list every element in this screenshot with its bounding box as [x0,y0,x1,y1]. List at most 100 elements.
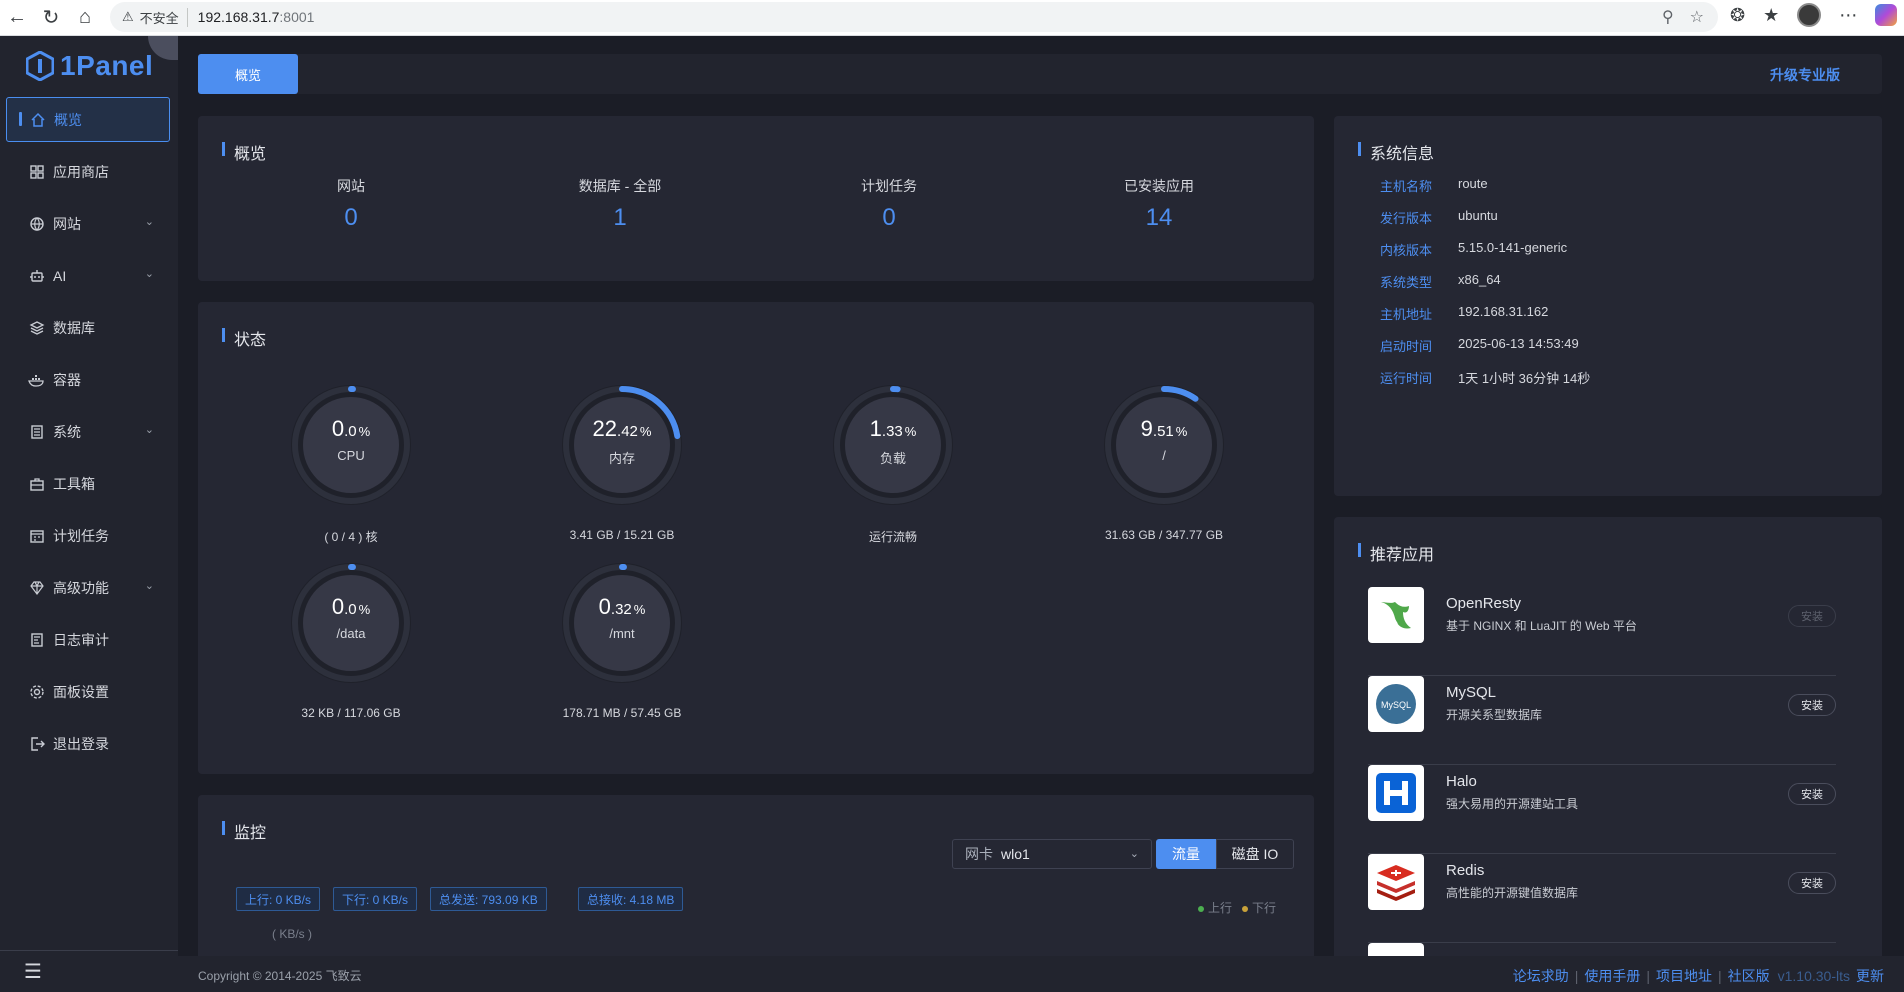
overview-value[interactable]: 0 [251,204,451,232]
sidebar-toggle-button[interactable]: ☰ [0,950,178,992]
sidebar: 1Panel 概览 应用商店 网站 ⌄ AI ⌄ 数据库 容器 系统 ⌄ 工具箱… [0,36,178,992]
gauge-cpu[interactable]: 0.0% CPU ( 0 / 4 ) 核 [216,380,486,545]
sidebar-item-label: 容器 [53,371,81,388]
gauge-load[interactable]: 1.33% 负载 运行流畅 [758,380,1028,545]
status-card: 状态 0.0% CPU ( 0 / 4 ) 核 22.42% 内存 3.41 G… [198,302,1314,774]
sidebar-item-ai[interactable]: AI ⌄ [6,253,170,298]
copilot-icon[interactable] [1875,4,1898,26]
sidebar-item-label: AI [53,267,67,284]
profile-avatar[interactable] [1797,3,1822,27]
monitor-title: 监控 [222,819,266,843]
app-item-openresty[interactable]: OpenResty 基于 NGINX 和 LuaJIT 的 Web 平台 安装 [1368,587,1836,676]
gauge-center: 0.0% CPU [216,416,486,463]
redis-icon [1368,854,1424,910]
legend-upload[interactable]: 上行 [1198,899,1232,916]
gauge-label: /mnt [609,626,635,641]
sidebar-item-label: 数据库 [53,319,95,336]
sidebar-item-logout[interactable]: 退出登录 [6,721,170,766]
favorites-icon[interactable]: ★ [1763,5,1779,26]
overview-installed-apps[interactable]: 已安装应用 14 [1059,176,1259,232]
sidebar-item-settings[interactable]: 面板设置 [6,669,170,714]
sysinfo-row-host-ip: 主机地址 192.168.31.162 [1380,304,1549,322]
app-logo[interactable]: 1Panel [26,46,153,86]
footer-link-manual[interactable]: 使用手册 [1584,966,1640,986]
sidebar-item-advanced[interactable]: 高级功能 ⌄ [6,565,170,610]
install-button[interactable]: 安装 [1788,694,1836,716]
overview-websites[interactable]: 网站 0 [251,176,451,232]
app-description: 强大易用的开源建站工具 [1446,797,1579,811]
gauge-label: 负载 [879,451,906,466]
menu-collapse-icon: ☰ [24,961,42,983]
mysql-icon: MySQL [1368,676,1424,732]
nic-select-label: 网卡 [965,846,993,862]
overview-card: 概览 网站 0 数据库 - 全部 1 计划任务 0 已安装应用 14 [198,116,1314,281]
sysinfo-row-arch: 系统类型 x86_64 [1380,272,1501,290]
bookmark-star-icon[interactable]: ☆ [1690,7,1704,27]
sidebar-item-overview[interactable]: 概览 [6,97,170,142]
app-item-redis[interactable]: Redis 高性能的开源键值数据库 安装 [1368,854,1836,943]
overview-value[interactable]: 14 [1059,204,1259,232]
sidebar-item-logs[interactable]: 日志审计 [6,617,170,662]
install-button[interactable]: 安装 [1788,872,1836,894]
sidebar-item-toolbox[interactable]: 工具箱 [6,461,170,506]
warning-icon: ⚠ [122,9,134,24]
sidebar-item-container[interactable]: 容器 [6,357,170,402]
home-icon [29,111,47,129]
gauge-label: / [1162,448,1166,463]
overview-databases[interactable]: 数据库 - 全部 1 [520,176,720,232]
update-link[interactable]: 更新 [1856,966,1884,986]
upgrade-pro-link[interactable]: 升级专业版 [1770,65,1840,85]
legend-dot-icon [1242,905,1249,912]
recommended-apps-card: 推荐应用 OpenResty 基于 NGINX 和 LuaJIT 的 Web 平… [1334,517,1882,992]
sidebar-item-label: 退出登录 [53,735,109,752]
sidebar-item-label: 高级功能 [53,579,109,596]
legend-download[interactable]: 下行 [1242,899,1276,916]
nic-select-value: wlo1 [1001,846,1030,862]
overview-cron-tasks[interactable]: 计划任务 0 [789,176,989,232]
footer-link-community[interactable]: 社区版 [1728,966,1770,986]
reload-icon[interactable]: ↻ [34,3,68,33]
overview-label: 网站 [337,178,365,194]
home-button-icon[interactable]: ⌂ [68,3,102,33]
install-button[interactable]: 安装 [1788,783,1836,805]
gauge-disk-mnt[interactable]: 0.32% /mnt 178.71 MB / 57.45 GB [487,558,757,720]
tab-overview[interactable]: 概览 [198,54,298,94]
footer-separator: | [1574,968,1579,984]
sidebar-item-app-store[interactable]: 应用商店 [6,149,170,194]
sidebar-item-database[interactable]: 数据库 [6,305,170,350]
sidebar-item-website[interactable]: 网站 ⌄ [6,201,170,246]
overview-value[interactable]: 1 [520,204,720,232]
top-tab-bar: 概览 升级专业版 [198,54,1882,94]
gauge-disk-root[interactable]: 9.51% / 31.63 GB / 347.77 GB [1029,380,1299,542]
sidebar-item-label: 应用商店 [53,163,109,180]
footer-link-project[interactable]: 项目地址 [1656,966,1712,986]
app-item-mysql[interactable]: MySQL MySQL 开源关系型数据库 安装 [1368,676,1836,765]
gauge-subtitle: 运行流畅 [868,530,917,544]
openresty-icon [1368,587,1424,643]
more-menu-icon[interactable]: ⋯ [1839,5,1857,26]
legend-dot-icon [1198,905,1204,912]
sidebar-item-label: 日志审计 [53,631,109,648]
toggle-disk-io[interactable]: 磁盘 IO [1216,839,1294,869]
gauge-memory[interactable]: 22.42% 内存 3.41 GB / 15.21 GB [487,380,757,542]
install-button[interactable]: 安装 [1788,605,1836,627]
nic-select[interactable]: 网卡 wlo1 ⌄ [952,839,1152,869]
app-item-halo[interactable]: Halo 强大易用的开源建站工具 安装 [1368,765,1836,854]
overview-value[interactable]: 0 [789,204,989,232]
toggle-traffic[interactable]: 流量 [1156,839,1216,869]
sidebar-item-cron[interactable]: 计划任务 [6,513,170,558]
address-bar[interactable]: ⚠ 不安全 192.168.31.7:8001 ⚲ ☆ [110,2,1718,32]
sysinfo-row-boot-time: 启动时间 2025-06-13 14:53:49 [1380,336,1579,354]
extensions-icon[interactable]: ❂ [1730,5,1745,26]
key-icon[interactable]: ⚲ [1662,7,1674,27]
app-name: OpenResty [1446,595,1522,612]
server-icon [28,423,46,441]
back-icon[interactable]: ← [0,3,34,33]
gauge-disk-data[interactable]: 0.0% /data 32 KB / 117.06 GB [216,558,486,720]
footer-link-forum[interactable]: 论坛求助 [1513,966,1569,986]
security-label: 不安全 [140,7,188,27]
browser-toolbar: ← ↻ ⌂ ⚠ 不安全 192.168.31.7:8001 ⚲ ☆ ❂ ★ ⋯ [0,0,1904,36]
tag-total-received: 总接收: 4.18 MB [578,887,684,911]
sidebar-item-system[interactable]: 系统 ⌄ [6,409,170,454]
diamond-icon [28,579,46,597]
